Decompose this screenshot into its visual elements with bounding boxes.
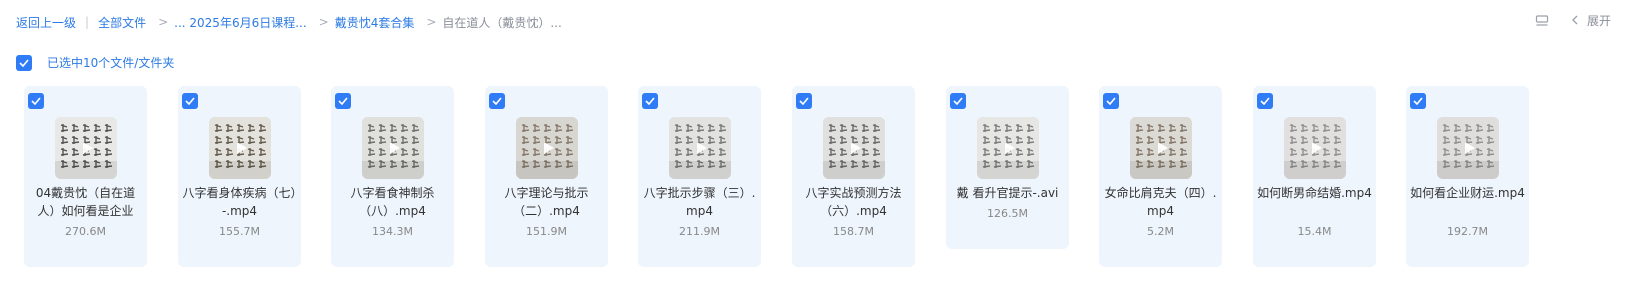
- file-name: 八字批示步骤（三）.mp4: [643, 186, 756, 218]
- play-icon: [1005, 142, 1015, 154]
- file-name: 女命比肩克夫（四）.mp4: [1104, 186, 1217, 218]
- chevron-left-icon[interactable]: [1571, 14, 1579, 28]
- file-checkbox[interactable]: [335, 93, 351, 109]
- file-card[interactable]: 如何断男命结婚.mp4 15.4M: [1253, 86, 1376, 267]
- play-icon: [697, 142, 707, 154]
- selection-bar: 已选中10个文件/文件夹: [16, 54, 174, 71]
- file-card[interactable]: 戴 看升官提示-.avi 126.5M: [946, 86, 1069, 249]
- list-view-icon[interactable]: [1535, 14, 1549, 28]
- file-checkbox[interactable]: [182, 93, 198, 109]
- play-icon: [851, 142, 861, 154]
- video-thumbnail[interactable]: [1437, 117, 1499, 179]
- file-size: 134.3M: [372, 225, 413, 238]
- file-checkbox[interactable]: [950, 93, 966, 109]
- file-size: 155.7M: [219, 225, 260, 238]
- breadcrumb-separator-icon: >: [158, 15, 169, 29]
- play-icon: [1158, 142, 1168, 154]
- breadcrumb-divider: |: [85, 15, 90, 29]
- file-name: 如何看企业财运.mp4: [1410, 186, 1525, 200]
- breadcrumb-separator-icon: >: [318, 15, 329, 29]
- selection-count: 已选中10个文件/文件夹: [47, 56, 175, 70]
- video-thumbnail[interactable]: [516, 117, 578, 179]
- breadcrumb-current: 自在道人（戴贵忱）...: [442, 15, 562, 30]
- file-name: 八字看身体疾病（七）-.mp4: [182, 186, 297, 218]
- file-checkbox[interactable]: [489, 93, 505, 109]
- select-all-checkbox[interactable]: [16, 54, 32, 71]
- file-size: 211.9M: [679, 225, 720, 238]
- file-name: 八字实战预测方法（六）.mp4: [805, 186, 902, 218]
- file-card[interactable]: 如何看企业财运.mp4 192.7M: [1406, 86, 1529, 267]
- file-card[interactable]: 女命比肩克夫（四）.mp4 5.2M: [1099, 86, 1222, 267]
- file-checkbox[interactable]: [1257, 93, 1273, 109]
- file-checkbox[interactable]: [796, 93, 812, 109]
- play-icon: [1312, 142, 1322, 154]
- file-name: 八字理论与批示（二）.mp4: [504, 186, 589, 218]
- video-thumbnail[interactable]: [209, 117, 271, 179]
- file-name: 04戴贵忱（自在道人）如何看是企业: [35, 186, 136, 218]
- file-size: 126.5M: [987, 207, 1028, 220]
- file-size: 15.4M: [1297, 225, 1332, 238]
- file-name: 如何断男命结婚.mp4: [1257, 186, 1372, 200]
- file-checkbox[interactable]: [1103, 93, 1119, 109]
- file-checkbox[interactable]: [28, 93, 44, 109]
- video-thumbnail[interactable]: [1284, 117, 1346, 179]
- play-icon: [237, 142, 247, 154]
- breadcrumb-crumb-2[interactable]: 戴贵忱4套合集: [335, 14, 415, 31]
- play-icon: [544, 142, 554, 154]
- file-size: 151.9M: [526, 225, 567, 238]
- play-icon: [1465, 142, 1475, 154]
- breadcrumb: 返回上一级 | 全部文件 > ... 2025年6月6日课程... > 戴贵忱4…: [16, 13, 562, 31]
- expand-button[interactable]: 展开: [1587, 12, 1611, 29]
- file-size: 5.2M: [1147, 225, 1174, 238]
- video-thumbnail[interactable]: [362, 117, 424, 179]
- breadcrumb-crumb-1[interactable]: ... 2025年6月6日课程...: [174, 14, 307, 31]
- breadcrumb-separator-icon: >: [426, 15, 437, 29]
- file-card[interactable]: 八字实战预测方法（六）.mp4 158.7M: [792, 86, 915, 267]
- file-card[interactable]: 八字看食神制杀（八）.mp4 134.3M: [331, 86, 454, 267]
- view-toolbar: 展开: [1535, 12, 1611, 29]
- video-thumbnail[interactable]: [669, 117, 731, 179]
- play-icon: [390, 142, 400, 154]
- file-card[interactable]: 八字理论与批示（二）.mp4 151.9M: [485, 86, 608, 267]
- file-size: 158.7M: [833, 225, 874, 238]
- video-thumbnail[interactable]: [1130, 117, 1192, 179]
- file-card[interactable]: 八字看身体疾病（七）-.mp4 155.7M: [178, 86, 301, 267]
- file-size: 192.7M: [1447, 225, 1488, 238]
- play-icon: [83, 142, 93, 154]
- video-thumbnail[interactable]: [823, 117, 885, 179]
- file-card[interactable]: 八字批示步骤（三）.mp4 211.9M: [638, 86, 761, 267]
- file-card[interactable]: 04戴贵忱（自在道人）如何看是企业 270.6M: [24, 86, 147, 267]
- breadcrumb-all-files[interactable]: 全部文件: [98, 14, 146, 31]
- video-thumbnail[interactable]: [55, 117, 117, 179]
- file-name: 戴 看升官提示-.avi: [956, 186, 1059, 200]
- file-size: 270.6M: [65, 225, 106, 238]
- video-thumbnail[interactable]: [977, 117, 1039, 179]
- file-name: 八字看食神制杀（八）.mp4: [350, 186, 435, 218]
- file-checkbox[interactable]: [642, 93, 658, 109]
- file-checkbox[interactable]: [1410, 93, 1426, 109]
- back-link[interactable]: 返回上一级: [16, 14, 76, 31]
